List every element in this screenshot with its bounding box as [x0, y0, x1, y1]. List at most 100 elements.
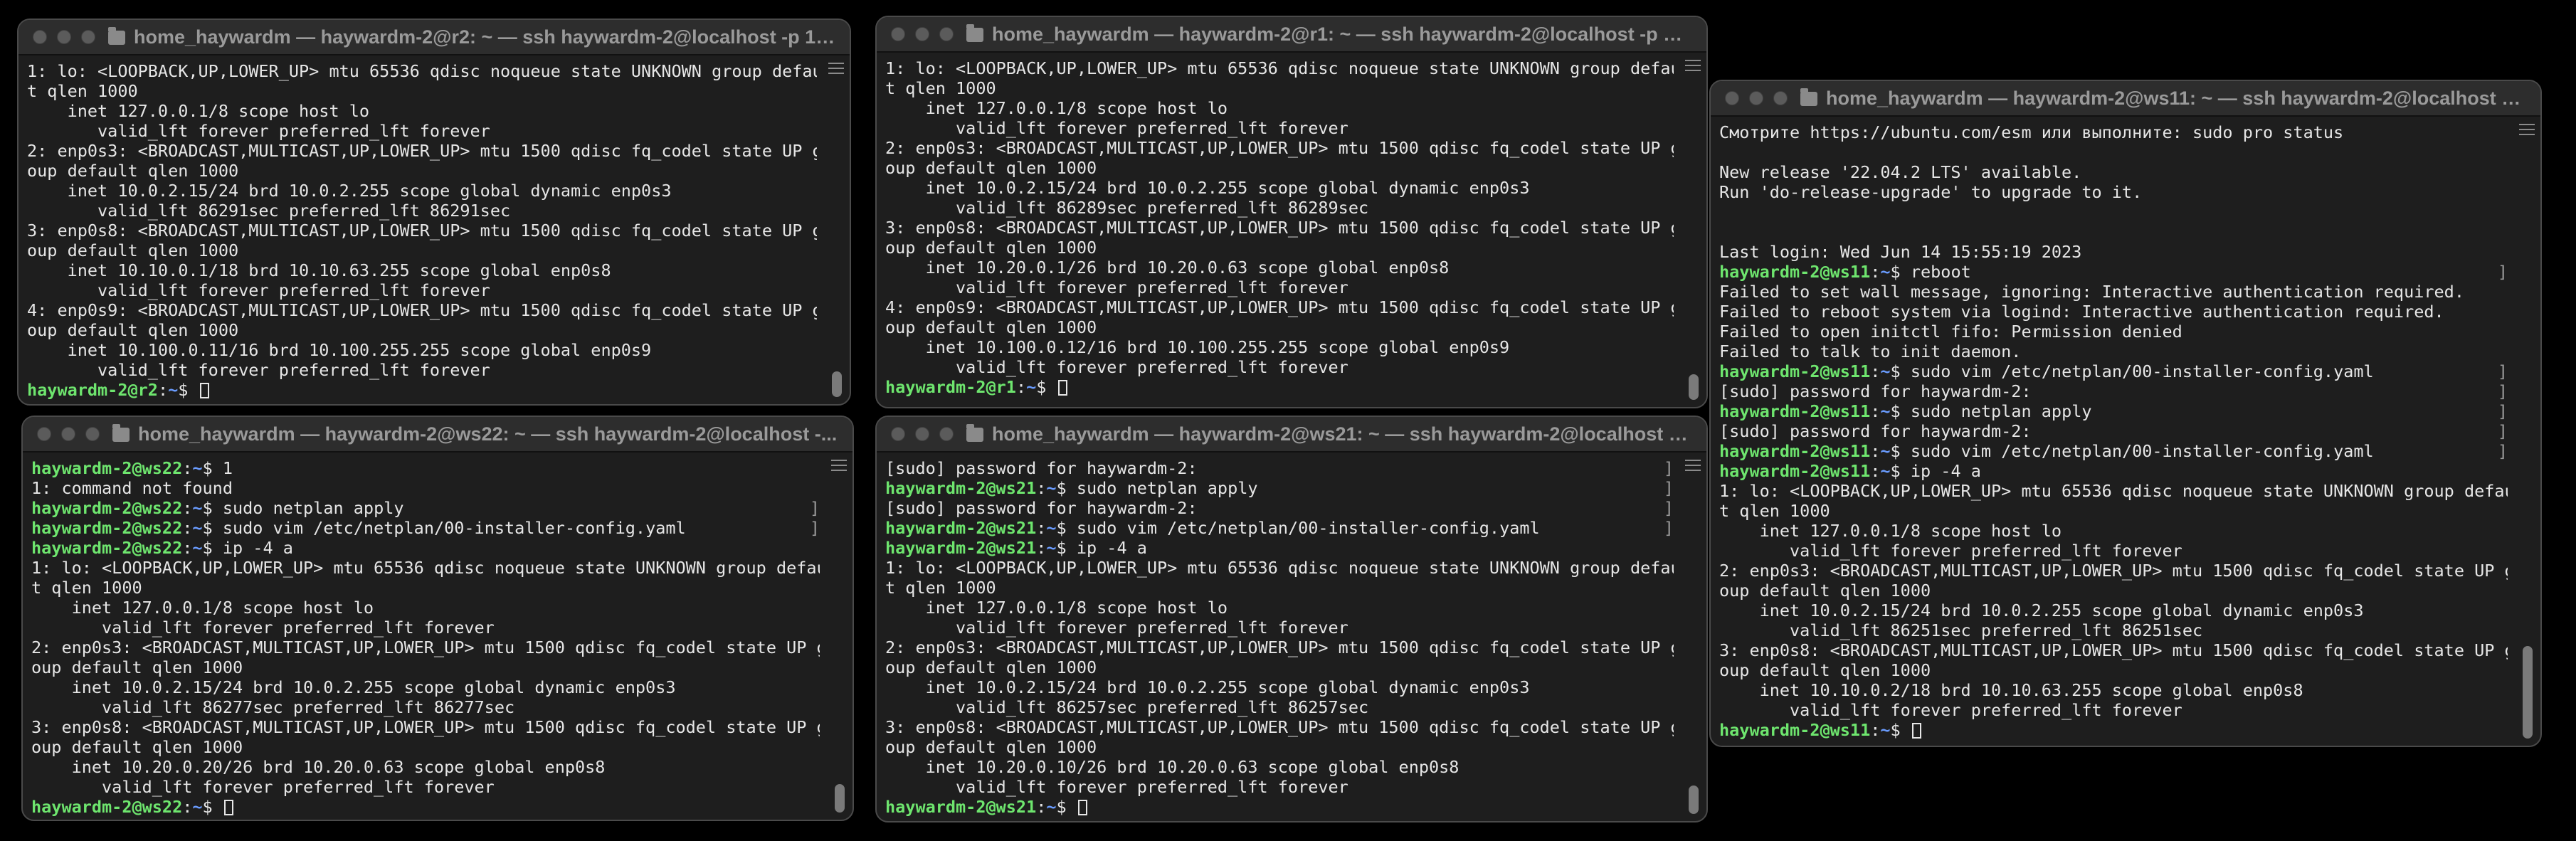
terminal-output[interactable]: 1: lo: <LOOPBACK,UP,LOWER_UP> mtu 65536 …	[877, 53, 1706, 407]
prompt-path: ~	[1046, 478, 1057, 498]
prompt-separator: :	[1870, 720, 1881, 740]
close-button[interactable]	[891, 27, 905, 41]
output-line: valid_lft forever preferred_lft forever	[31, 618, 820, 638]
output-line: inet 10.20.0.10/26 brd 10.20.0.63 scope …	[885, 757, 1674, 777]
output-line: valid_lft forever preferred_lft forever	[885, 118, 1674, 138]
scrollbar-thumb[interactable]	[1689, 374, 1699, 400]
minimize-button[interactable]	[61, 427, 75, 441]
output-line: inet 10.100.0.12/16 brd 10.100.255.255 s…	[885, 337, 1674, 357]
scrollbar[interactable]	[1685, 460, 1701, 815]
prompt-user-host: haywardm-2@ws21	[885, 538, 1037, 558]
title-bar[interactable]: home_haywardm — haywardm-2@ws11: ~ — ssh…	[1711, 81, 2540, 117]
line-mark-bracket: ]	[2497, 401, 2508, 421]
output-text: valid_lft forever preferred_lft forever	[31, 777, 495, 797]
prompt-user-host: haywardm-2@ws11	[1719, 720, 1871, 740]
output-line: t qlen 1000	[31, 578, 820, 598]
prompt-separator: :	[1036, 538, 1047, 558]
close-button[interactable]	[1725, 91, 1739, 105]
command-text: 1	[212, 458, 233, 478]
prompt-line: haywardm-2@ws11:~$	[1719, 720, 2508, 740]
terminal-window-r1[interactable]: home_haywardm — haywardm-2@r1: ~ — ssh h…	[875, 16, 1708, 408]
prompt-line: haywardm-2@r1:~$	[885, 377, 1674, 397]
minimize-button[interactable]	[1749, 91, 1763, 105]
output-line: New release '22.04.2 LTS' available.	[1719, 162, 2508, 182]
scrollbar-thumb[interactable]	[1689, 786, 1699, 814]
terminal-window-r2[interactable]: home_haywardm — haywardm-2@r2: ~ — ssh h…	[17, 18, 851, 406]
prompt-path: ~	[1880, 720, 1891, 740]
window-title-text: home_haywardm — haywardm-2@ws11: ~ — ssh…	[1826, 87, 2526, 109]
scrollbar-thumb[interactable]	[832, 371, 842, 397]
terminal-output[interactable]: haywardm-2@ws22:~$ 1 1: command not found…	[23, 453, 852, 820]
title-bar[interactable]: home_haywardm — haywardm-2@ws21: ~ — ssh…	[877, 417, 1706, 453]
output-line: oup default qlen 1000	[27, 240, 817, 260]
folder-icon	[112, 424, 130, 442]
prompt-separator: :	[1036, 478, 1047, 498]
output-text: inet 10.0.2.15/24 brd 10.0.2.255 scope g…	[885, 178, 1530, 198]
output-text: valid_lft forever preferred_lft forever	[27, 280, 490, 300]
prompt-line: haywardm-2@ws22:~$ sudo vim /etc/netplan…	[31, 518, 820, 538]
output-line: valid_lft 86291sec preferred_lft 86291se…	[27, 201, 817, 221]
output-text: valid_lft forever preferred_lft forever	[885, 777, 1348, 797]
output-text: inet 127.0.0.1/8 scope host lo	[27, 101, 370, 121]
prompt-separator: :	[1870, 401, 1881, 421]
output-line: valid_lft forever preferred_lft forever	[27, 280, 817, 300]
minimize-button[interactable]	[915, 427, 929, 441]
scrollbar[interactable]	[831, 460, 847, 814]
line-mark-bracket: ]	[2497, 381, 2508, 401]
minimize-button[interactable]	[915, 27, 929, 41]
minimize-button[interactable]	[57, 30, 71, 44]
output-line: oup default qlen 1000	[1719, 581, 2508, 601]
terminal-output[interactable]: 1: lo: <LOOPBACK,UP,LOWER_UP> mtu 65536 …	[19, 55, 850, 404]
prompt-dollar: $	[1056, 797, 1067, 817]
output-text: inet 10.100.0.12/16 brd 10.100.255.255 s…	[885, 337, 1510, 357]
output-text: valid_lft forever preferred_lft forever	[885, 118, 1348, 138]
prompt-user-host: haywardm-2@ws22	[31, 538, 183, 558]
scrollbar[interactable]	[1685, 60, 1701, 401]
output-line: 2: enp0s3: <BROADCAST,MULTICAST,UP,LOWER…	[885, 138, 1674, 158]
output-text: valid_lft 86289sec preferred_lft 86289se…	[885, 198, 1369, 218]
zoom-button[interactable]	[85, 427, 100, 441]
line-mark-bracket: ]	[2497, 262, 2508, 282]
prompt-user-host: haywardm-2@ws21	[885, 518, 1037, 538]
output-line: Run 'do-release-upgrade' to upgrade to i…	[1719, 182, 2508, 202]
prompt-separator: :	[1036, 518, 1047, 538]
output-line: valid_lft forever preferred_lft forever	[1719, 700, 2508, 720]
scrollbar-thumb[interactable]	[835, 784, 845, 813]
zoom-button[interactable]	[939, 27, 954, 41]
title-bar[interactable]: home_haywardm — haywardm-2@r2: ~ — ssh h…	[19, 20, 850, 55]
text-cursor	[223, 800, 233, 815]
prompt-separator: :	[1870, 361, 1881, 381]
output-text: inet 127.0.0.1/8 scope host lo	[885, 98, 1228, 118]
output-line: inet 10.10.0.2/18 brd 10.10.63.255 scope…	[1719, 680, 2508, 700]
output-line: valid_lft forever preferred_lft forever	[885, 277, 1674, 297]
terminal-window-ws22[interactable]: home_haywardm — haywardm-2@ws22: ~ — ssh…	[21, 416, 854, 821]
terminal-window-ws21[interactable]: home_haywardm — haywardm-2@ws21: ~ — ssh…	[875, 416, 1708, 823]
output-line: inet 10.0.2.15/24 brd 10.0.2.255 scope g…	[885, 677, 1674, 697]
terminal-window-ws11[interactable]: home_haywardm — haywardm-2@ws11: ~ — ssh…	[1709, 80, 2542, 747]
zoom-button[interactable]	[81, 30, 95, 44]
scrollbar-thumb[interactable]	[2523, 646, 2533, 739]
output-line: valid_lft 86277sec preferred_lft 86277se…	[31, 697, 820, 717]
title-bar[interactable]: home_haywardm — haywardm-2@ws22: ~ — ssh…	[23, 417, 852, 453]
output-text: inet 10.0.2.15/24 brd 10.0.2.255 scope g…	[27, 181, 672, 201]
close-button[interactable]	[891, 427, 905, 441]
terminal-output[interactable]: Смотрите https://ubuntu.com/esm или выпо…	[1711, 117, 2540, 746]
prompt-user-host: haywardm-2@r2	[27, 380, 158, 400]
output-text: valid_lft forever preferred_lft forever	[31, 618, 495, 638]
scrollbar[interactable]	[828, 63, 844, 398]
prompt-user-host: haywardm-2@ws22	[31, 797, 183, 817]
zoom-button[interactable]	[939, 427, 954, 441]
output-line: oup default qlen 1000	[885, 158, 1674, 178]
output-text: inet 10.20.0.20/26 brd 10.20.0.63 scope …	[31, 757, 606, 777]
close-button[interactable]	[33, 30, 47, 44]
close-button[interactable]	[37, 427, 51, 441]
output-text: 3: enp0s8: <BROADCAST,MULTICAST,UP,LOWER…	[1719, 640, 2508, 660]
title-bar[interactable]: home_haywardm — haywardm-2@r1: ~ — ssh h…	[877, 17, 1706, 53]
terminal-output[interactable]: [sudo] password for haywardm-2:] haywardm…	[877, 453, 1706, 821]
output-text: valid_lft forever preferred_lft forever	[885, 357, 1348, 377]
scrollbar[interactable]	[2519, 124, 2535, 740]
command-text: sudo netplan apply	[1066, 478, 1258, 498]
output-text: oup default qlen 1000	[27, 320, 239, 340]
zoom-button[interactable]	[1773, 91, 1788, 105]
